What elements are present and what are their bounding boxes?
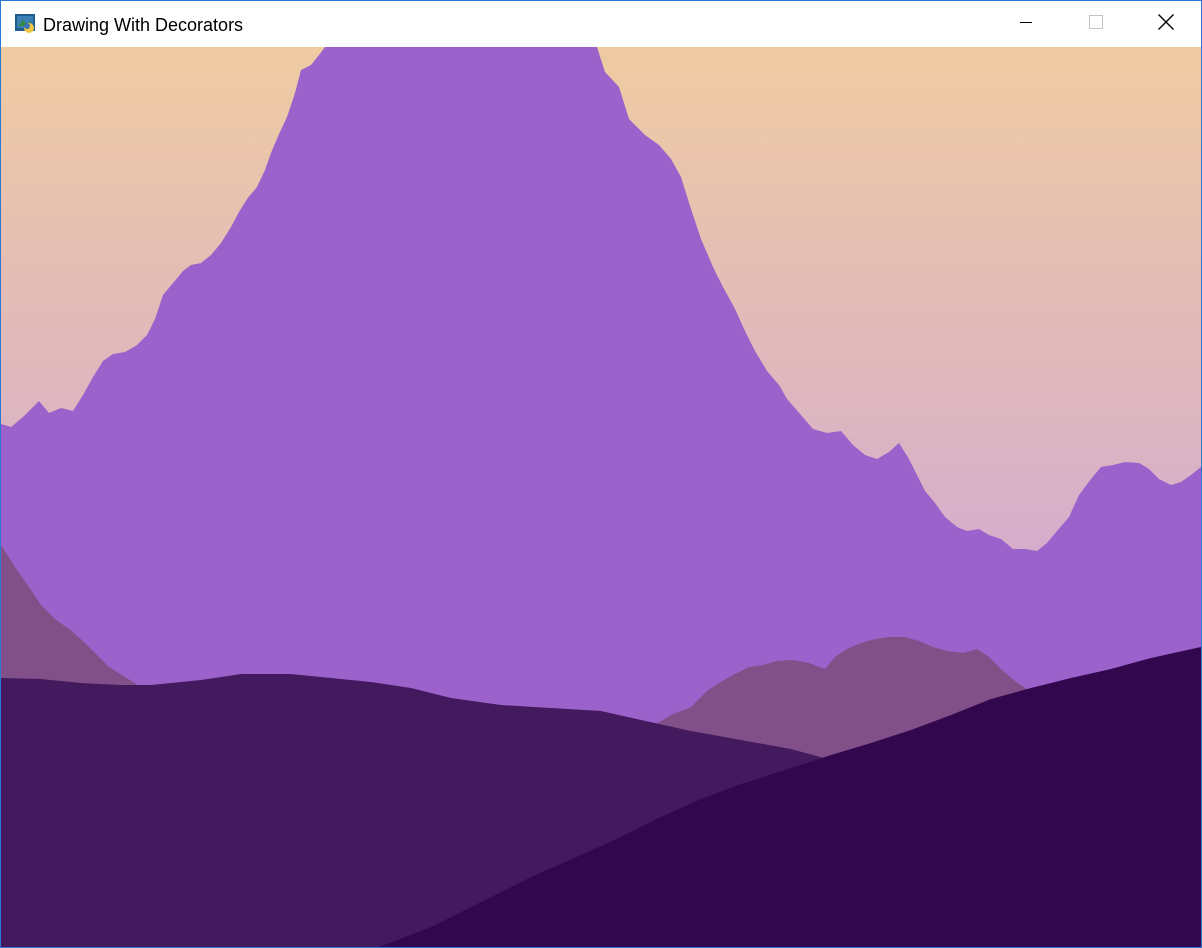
minimize-icon <box>1018 14 1034 35</box>
minimize-button[interactable] <box>991 1 1061 47</box>
maximize-icon <box>1088 14 1104 35</box>
maximize-button[interactable] <box>1061 1 1131 47</box>
landscape-scene <box>1 47 1201 947</box>
title-bar[interactable]: Drawing With Decorators <box>1 1 1201 47</box>
app-window: Drawing With Decorators <box>0 0 1202 948</box>
close-icon <box>1157 13 1175 36</box>
window-title: Drawing With Decorators <box>43 15 244 35</box>
close-button[interactable] <box>1131 1 1201 47</box>
drawing-canvas[interactable] <box>1 47 1201 947</box>
python-app-icon <box>14 12 36 34</box>
